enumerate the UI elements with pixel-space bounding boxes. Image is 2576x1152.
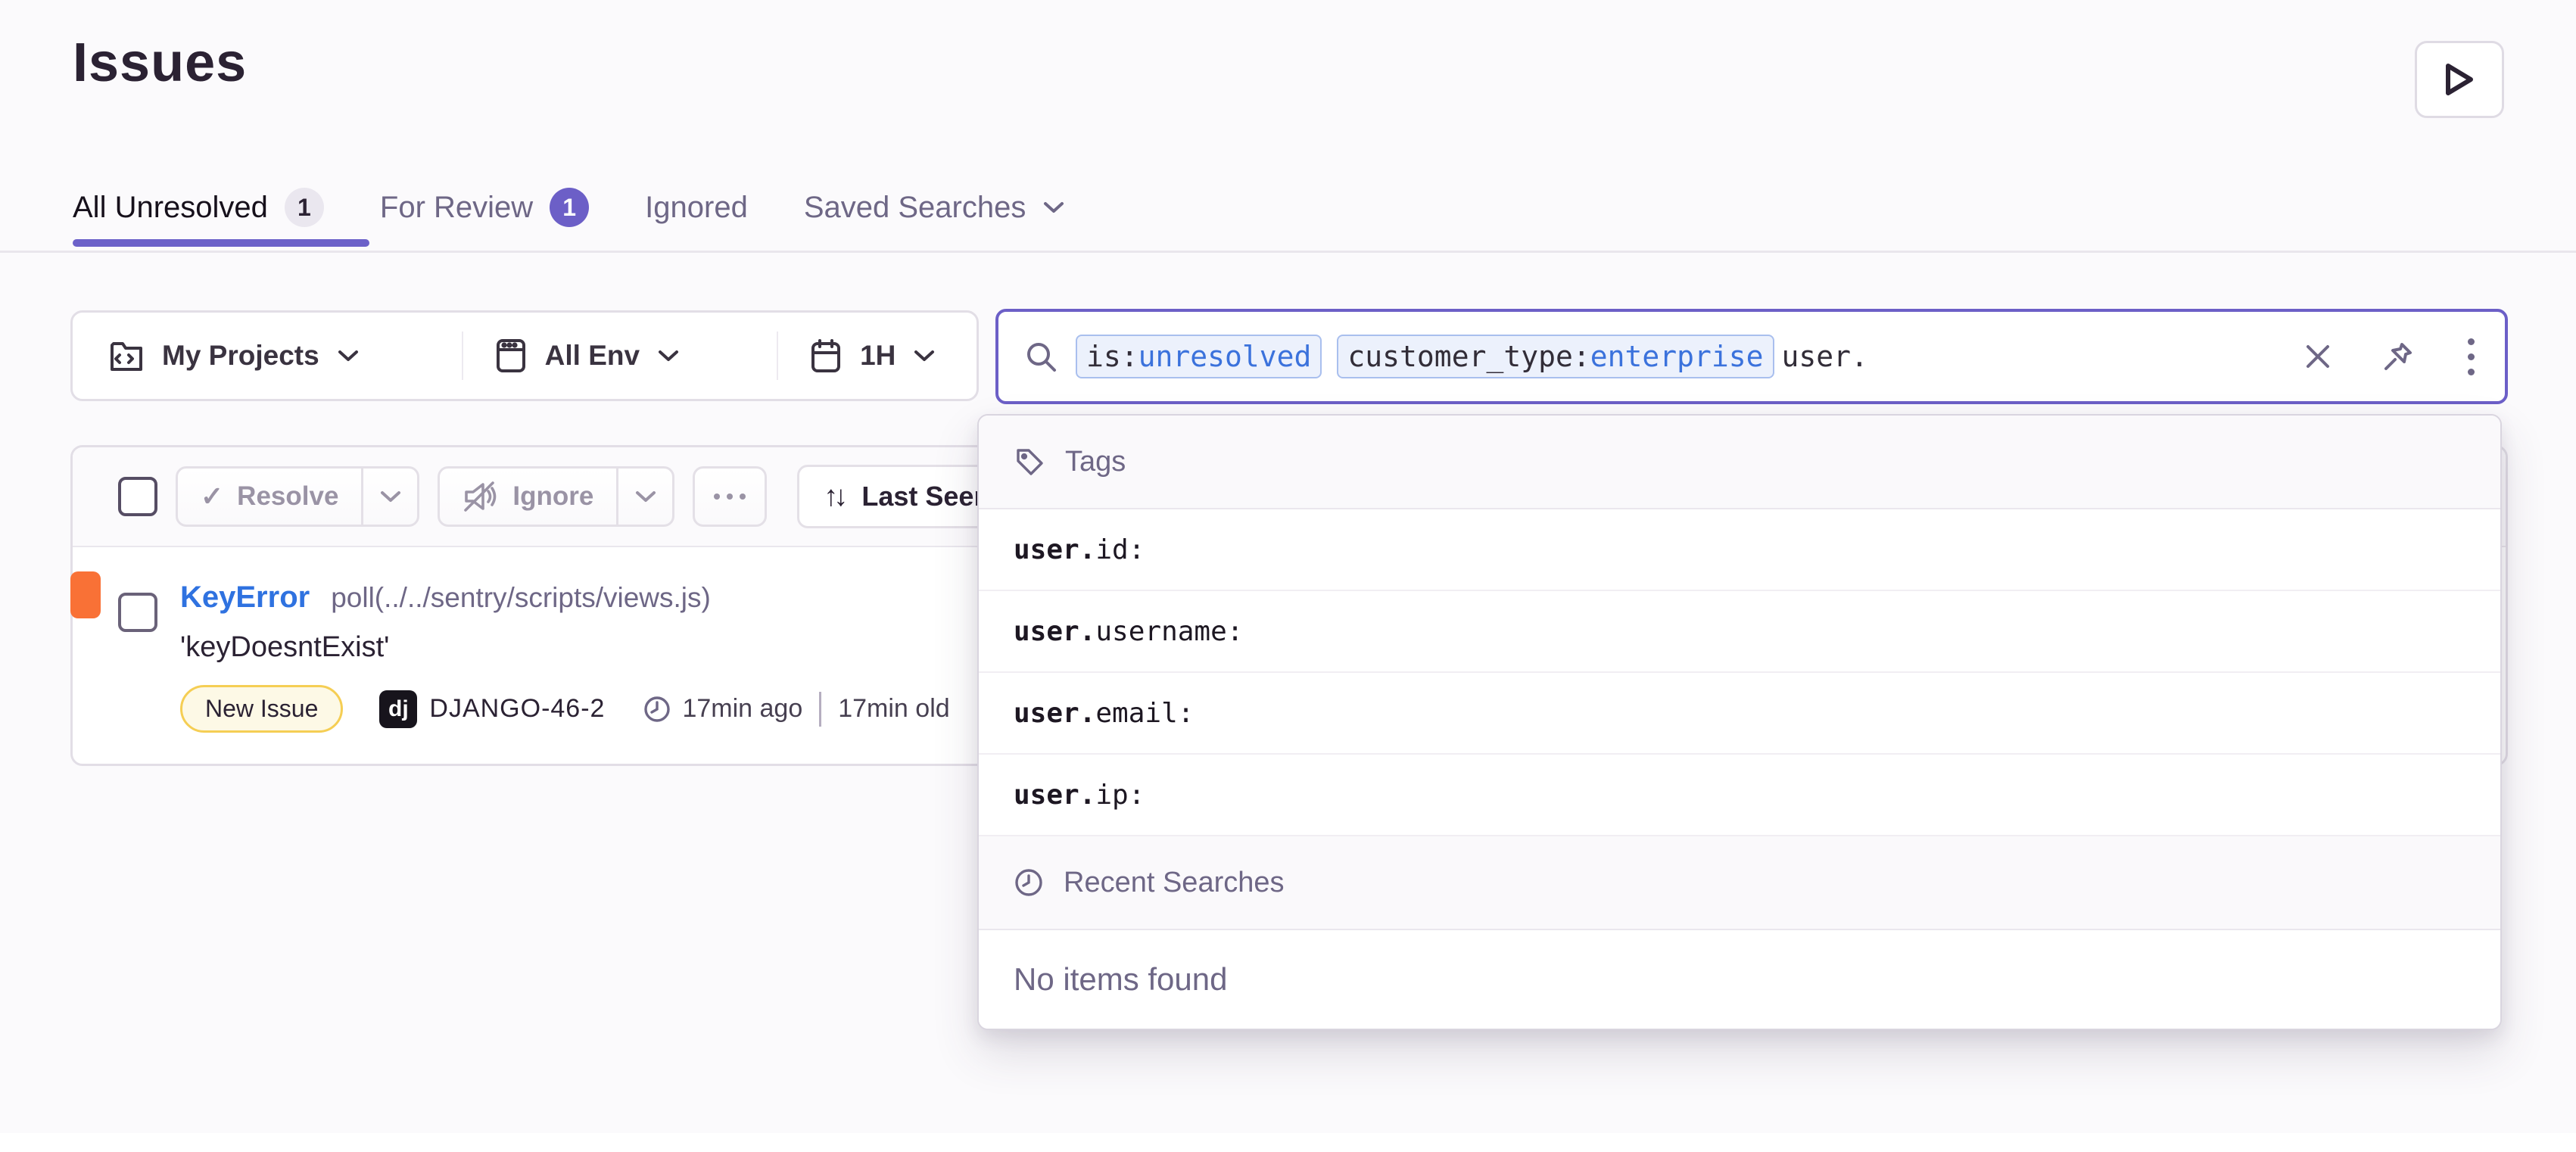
more-actions-button[interactable] xyxy=(693,466,767,527)
mute-icon xyxy=(463,481,499,512)
page-title: Issues xyxy=(73,32,247,94)
token-value: unresolved xyxy=(1138,340,1312,373)
chevron-down-icon xyxy=(658,349,679,363)
suggestion-typed-part: user. xyxy=(1014,698,1095,729)
environment-filter[interactable]: All Env xyxy=(463,313,777,399)
issue-checkbox[interactable] xyxy=(118,593,157,632)
active-tab-underline xyxy=(73,239,369,247)
issue-title-link[interactable]: KeyError xyxy=(180,581,310,615)
tab-saved-searches[interactable]: Saved Searches xyxy=(804,191,1066,225)
resolve-dropdown-arrow[interactable] xyxy=(361,469,417,525)
tag-suggestion[interactable]: user.ip: xyxy=(979,755,2500,836)
chevron-down-icon xyxy=(379,489,402,504)
chevron-down-icon xyxy=(634,489,657,504)
page-bottom-strip xyxy=(0,1133,2576,1152)
issue-last-seen: 17min ago xyxy=(682,694,802,724)
calendar-icon xyxy=(810,338,842,374)
tab-all-unresolved[interactable]: All Unresolved 1 xyxy=(73,188,324,227)
clock-icon xyxy=(643,695,671,724)
issue-meta: New Issue dj DJANGO-46-2 17min ago 17min… xyxy=(180,685,950,733)
suggestion-typed-part: user. xyxy=(1014,616,1095,647)
tab-label: All Unresolved xyxy=(73,191,268,225)
clock-icon xyxy=(1014,867,1044,898)
suggestion-rest: username: xyxy=(1095,616,1243,647)
project-short-id[interactable]: DJANGO-46-2 xyxy=(429,694,605,724)
clear-search-icon[interactable] xyxy=(2303,341,2333,372)
tab-label: Saved Searches xyxy=(804,191,1026,225)
environment-icon xyxy=(495,338,527,374)
ignore-button[interactable]: Ignore xyxy=(440,469,616,525)
chevron-down-icon xyxy=(1042,200,1065,215)
resolve-button-label: Resolve xyxy=(237,481,338,512)
tab-label: Ignored xyxy=(645,191,748,225)
tags-header-label: Tags xyxy=(1065,446,1126,478)
search-overflow-menu-icon[interactable] xyxy=(2463,334,2479,380)
search-typed-text: user. xyxy=(1782,340,1868,373)
tag-suggestion[interactable]: user.email: xyxy=(979,673,2500,755)
pin-search-icon[interactable] xyxy=(2380,338,2416,375)
tab-for-review[interactable]: For Review 1 xyxy=(380,188,589,227)
search-input[interactable]: is:unresolved customer_type:enterprise u… xyxy=(995,309,2508,404)
sort-arrows-icon: ↑↓ xyxy=(824,481,848,513)
chevron-down-icon xyxy=(338,349,359,363)
tab-label: For Review xyxy=(380,191,533,225)
ignore-split-button: Ignore xyxy=(438,466,674,527)
play-icon xyxy=(2442,61,2477,98)
no-items-message: No items found xyxy=(979,930,2500,1029)
ignore-button-label: Ignore xyxy=(512,481,593,512)
project-filter[interactable]: My Projects xyxy=(73,313,462,399)
token-value: enterprise xyxy=(1590,340,1764,373)
resolve-split-button: ✓ Resolve xyxy=(176,466,419,527)
recent-searches-label: Recent Searches xyxy=(1064,867,1285,899)
suggestion-rest: ip: xyxy=(1095,780,1145,811)
tag-icon xyxy=(1014,446,1045,478)
ignore-dropdown-arrow[interactable] xyxy=(616,469,672,525)
token-key: is: xyxy=(1086,340,1138,373)
tab-count-badge: 1 xyxy=(285,188,324,227)
suggestion-rest: id: xyxy=(1095,534,1145,565)
search-token[interactable]: is:unresolved xyxy=(1076,335,1322,378)
play-button[interactable] xyxy=(2415,41,2504,118)
time-range-filter[interactable]: 1H xyxy=(778,313,977,399)
resolve-button[interactable]: ✓ Resolve xyxy=(178,469,361,525)
sort-button-label: Last Seen xyxy=(861,481,990,512)
suggestion-rest: email: xyxy=(1095,698,1194,729)
suggestion-typed-part: user. xyxy=(1014,534,1095,565)
check-icon: ✓ xyxy=(201,481,223,512)
issue-message: 'keyDoesntExist' xyxy=(180,631,950,664)
tag-suggestion[interactable]: user.id: xyxy=(979,509,2500,591)
issue-location: poll(../../sentry/scripts/views.js) xyxy=(331,582,711,614)
tab-ignored[interactable]: Ignored xyxy=(645,191,748,225)
tab-bar: All Unresolved 1 For Review 1 Ignored Sa… xyxy=(73,188,1065,227)
search-icon xyxy=(1024,340,1057,373)
tags-section-header: Tags xyxy=(979,416,2500,509)
error-level-bar xyxy=(70,571,101,618)
project-filter-label: My Projects xyxy=(162,340,319,372)
search-token-list: is:unresolved customer_type:enterprise xyxy=(1076,335,1774,378)
chevron-down-icon xyxy=(914,349,935,363)
tab-count-badge: 1 xyxy=(550,188,589,227)
issue-body: KeyError poll(../../sentry/scripts/views… xyxy=(180,581,950,733)
recent-searches-header: Recent Searches xyxy=(979,836,2500,930)
projects-icon xyxy=(109,339,144,372)
token-key: customer_type: xyxy=(1347,340,1590,373)
issue-age: 17min old xyxy=(838,694,949,724)
tag-suggestion[interactable]: user.username: xyxy=(979,591,2500,673)
search-autocomplete-dropdown: Tags user.id: user.username: user.email:… xyxy=(977,414,2502,1030)
issues-page: Issues All Unresolved 1 For Review 1 Ign… xyxy=(0,0,2576,1152)
environment-filter-label: All Env xyxy=(545,340,640,372)
tabs-divider xyxy=(0,251,2576,253)
select-all-checkbox[interactable] xyxy=(118,477,157,516)
meta-divider xyxy=(819,692,821,727)
new-issue-badge: New Issue xyxy=(180,685,343,733)
suggestion-typed-part: user. xyxy=(1014,780,1095,811)
filter-bar: My Projects All Env xyxy=(70,310,979,401)
django-project-icon[interactable]: dj xyxy=(379,690,417,728)
search-token[interactable]: customer_type:enterprise xyxy=(1337,335,1774,378)
time-range-filter-label: 1H xyxy=(860,340,896,372)
